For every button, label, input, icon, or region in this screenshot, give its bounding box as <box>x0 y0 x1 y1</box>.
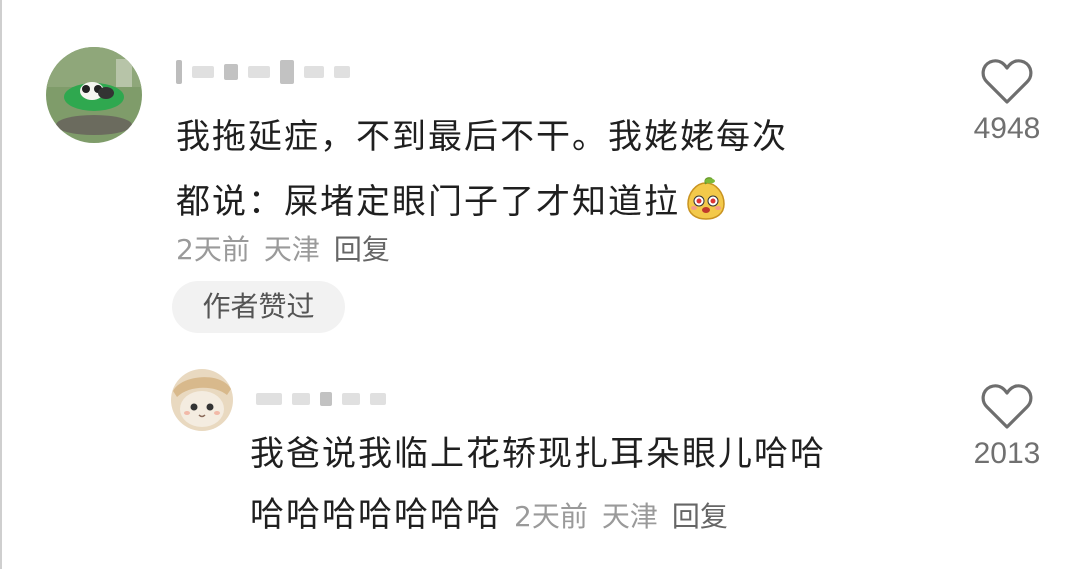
like-button[interactable]: 4948 <box>966 58 1048 146</box>
comment-time: 2天前 <box>176 233 250 266</box>
comment-location: 天津 <box>263 233 320 266</box>
like-count: 2013 <box>973 437 1041 470</box>
reply-button[interactable]: 回复 <box>334 233 390 266</box>
comment-text: 哈哈哈哈哈哈哈 <box>250 495 502 535</box>
comment-time: 2天前 <box>514 500 588 533</box>
like-count: 4948 <box>973 112 1041 145</box>
comment-text-line: 哈哈哈哈哈哈哈 2天前 天津 回复 <box>250 495 742 537</box>
author-liked-badge: 作者赞过 <box>172 281 345 333</box>
comment-text: 都说：屎堵定眼门子了才知道拉 <box>176 182 680 222</box>
username-obscured[interactable] <box>256 388 386 410</box>
comment-location: 天津 <box>601 500 658 533</box>
username-obscured[interactable] <box>176 60 350 84</box>
smiling-pear-face-sticker-icon <box>684 177 728 230</box>
heart-icon <box>981 59 1033 104</box>
like-button[interactable]: 2013 <box>966 383 1048 471</box>
heart-icon <box>981 384 1033 429</box>
comment-text-line: 我爸说我临上花轿现扎耳朵眼儿哈哈 <box>250 434 826 474</box>
comment-meta: 2天前 天津 回复 <box>514 500 742 533</box>
window-edge <box>0 0 2 569</box>
avatar[interactable] <box>171 369 233 431</box>
reply-button[interactable]: 回复 <box>672 500 728 533</box>
comment-text-line: 都说：屎堵定眼门子了才知道拉 <box>176 177 728 230</box>
comment-meta: 2天前 天津 回复 <box>176 228 404 268</box>
avatar[interactable] <box>46 47 142 143</box>
comment-text-line: 我拖延症，不到最后不干。我姥姥每次 <box>176 117 788 157</box>
